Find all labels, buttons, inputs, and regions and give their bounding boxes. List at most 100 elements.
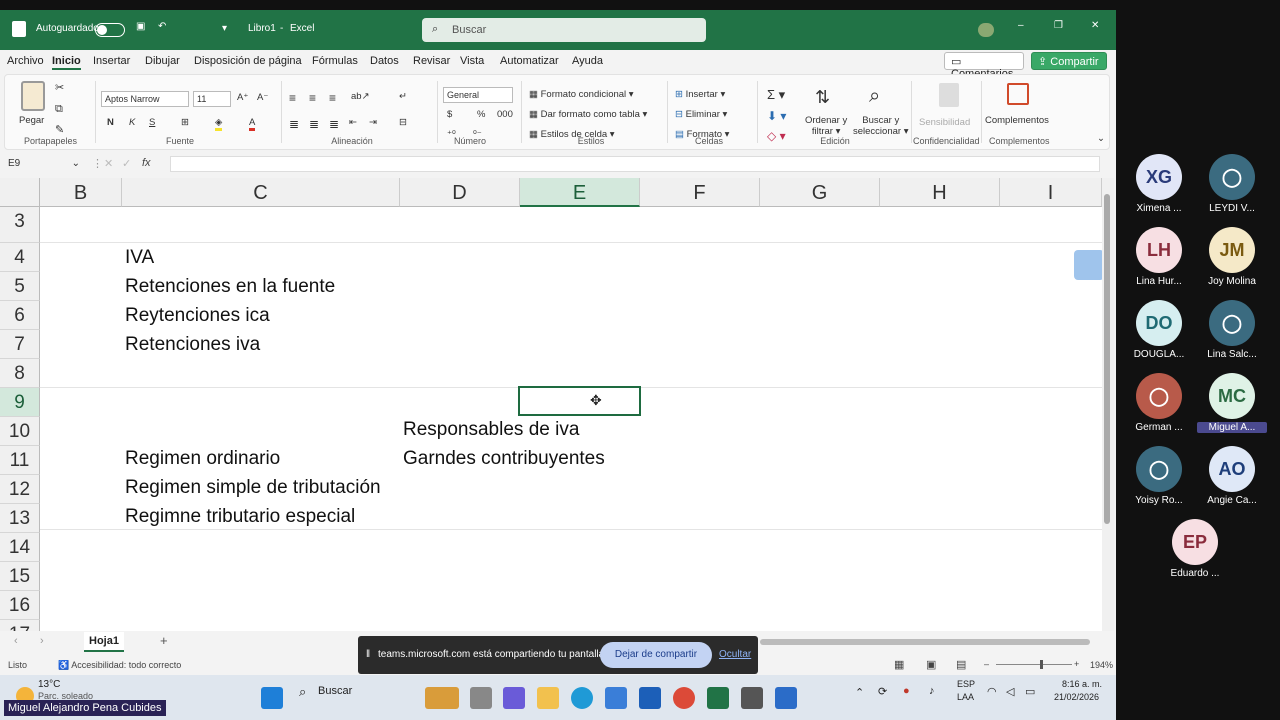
decrease-indent-icon[interactable]: ⇤	[349, 117, 357, 128]
col-header-d[interactable]: D	[400, 178, 520, 207]
currency-icon[interactable]: $	[447, 109, 452, 120]
row-header-8[interactable]: 8	[0, 359, 40, 388]
menu-ayuda[interactable]: Ayuda	[572, 55, 603, 67]
fill-color-icon[interactable]: ◈	[215, 117, 223, 131]
participant-tile[interactable]: EP Eduardo ...	[1160, 519, 1230, 579]
fill-icon[interactable]: ⬇ ▾	[767, 109, 786, 123]
participant-tile[interactable]: DO DOUGLA...	[1124, 300, 1194, 360]
find-icon[interactable]: ⌕	[869, 85, 880, 108]
align-left-icon[interactable]: ≣	[289, 117, 299, 131]
store-icon[interactable]	[605, 687, 627, 709]
percent-icon[interactable]: %	[477, 109, 485, 120]
participant-tile[interactable]: ◯ German ...	[1124, 373, 1194, 433]
row-header-14[interactable]: 14	[0, 533, 40, 562]
sheet-tab-hoja1[interactable]: Hoja1	[84, 632, 124, 652]
taskbar-search[interactable]: Buscar	[318, 685, 352, 697]
task-view-icon[interactable]	[470, 687, 492, 709]
restore-icon[interactable]: ❐	[1054, 20, 1063, 31]
cell-d10[interactable]: Responsables de iva	[403, 419, 579, 441]
cut-icon[interactable]: ✂	[55, 81, 64, 94]
row-header-6[interactable]: 6	[0, 301, 40, 330]
copilot-icon[interactable]	[978, 23, 994, 37]
menu-formulas[interactable]: Fórmulas	[312, 55, 358, 67]
undo-icon[interactable]: ↶	[158, 21, 166, 32]
participant-tile[interactable]: MC Miguel A...	[1197, 373, 1267, 433]
next-sheet-icon[interactable]: ›	[40, 635, 44, 647]
stop-sharing-button[interactable]: Dejar de compartir	[600, 642, 712, 668]
participant-tile[interactable]: ◯ Yoisy Ro...	[1124, 446, 1194, 506]
row-header-12[interactable]: 12	[0, 475, 40, 504]
participant-tile[interactable]: ◯ LEYDI V...	[1197, 154, 1267, 214]
fx-icon[interactable]: fx	[142, 157, 151, 169]
italic-icon[interactable]: K	[129, 117, 135, 128]
col-header-e[interactable]: E	[520, 178, 640, 207]
font-name-select[interactable]: Aptos Narrow	[101, 91, 189, 107]
menu-datos[interactable]: Datos	[370, 55, 399, 67]
save-icon[interactable]: ▣	[136, 21, 145, 32]
tray-record-icon[interactable]: ●	[903, 685, 910, 697]
orientation-icon[interactable]: ab↗	[351, 91, 370, 102]
bold-icon[interactable]: N	[107, 117, 114, 128]
search-input[interactable]: ⌕ Buscar	[422, 18, 706, 42]
align-middle-icon[interactable]: ≡	[309, 91, 316, 105]
format-as-table-button[interactable]: ▦ Dar formato como tabla ▾	[529, 109, 647, 120]
participant-tile[interactable]: ◯ Lina Salc...	[1197, 300, 1267, 360]
zoom-level[interactable]: 194%	[1090, 660, 1113, 670]
format-painter-icon[interactable]: ✎	[55, 123, 64, 136]
cell-c6[interactable]: Reytenciones ica	[125, 305, 270, 327]
row-header-15[interactable]: 15	[0, 562, 40, 591]
menu-inicio[interactable]: Inicio	[52, 55, 81, 70]
chrome-icon[interactable]	[673, 687, 695, 709]
col-header-i[interactable]: I	[1000, 178, 1102, 207]
borders-icon[interactable]: ⊞	[181, 117, 189, 128]
menu-dibujar[interactable]: Dibujar	[145, 55, 180, 67]
volume-icon[interactable]: ◁	[1006, 685, 1014, 698]
clock-date[interactable]: 21/02/2026	[1054, 692, 1099, 702]
start-icon[interactable]	[261, 687, 283, 709]
row-header-7[interactable]: 7	[0, 330, 40, 359]
participant-tile[interactable]: AO Angie Ca...	[1197, 446, 1267, 506]
row-header-13[interactable]: 13	[0, 504, 40, 533]
decrease-font-icon[interactable]: A⁻	[257, 92, 268, 103]
copilot-app-icon[interactable]	[503, 687, 525, 709]
addins-button[interactable]: Complementos	[985, 115, 1049, 126]
battery-icon[interactable]: ▭	[1025, 685, 1035, 698]
align-right-icon[interactable]: ≣	[329, 117, 339, 131]
col-header-b[interactable]: B	[40, 178, 122, 207]
customize-qat-icon[interactable]: ▾	[222, 23, 227, 34]
teams-taskbar-icon[interactable]	[775, 687, 797, 709]
hide-button[interactable]: Ocultar	[719, 649, 751, 660]
menu-insertar[interactable]: Insertar	[93, 55, 130, 67]
increase-font-icon[interactable]: A⁺	[237, 92, 248, 103]
menu-vista[interactable]: Vista	[460, 55, 484, 67]
clear-icon[interactable]: ◇ ▾	[767, 129, 786, 143]
name-box[interactable]: E9 ⌄	[4, 156, 84, 172]
lang-1[interactable]: ESP	[957, 679, 975, 689]
row-header-5[interactable]: 5	[0, 272, 40, 301]
formula-input[interactable]	[170, 156, 1100, 172]
file-explorer-icon[interactable]	[537, 687, 559, 709]
edge-icon[interactable]	[571, 687, 593, 709]
copy-icon[interactable]: ⧉	[55, 103, 63, 116]
cell-d11[interactable]: Garndes contribuyentes	[403, 448, 605, 470]
comments-button[interactable]: ▭ Comentarios	[944, 52, 1024, 80]
row-header-10[interactable]: 10	[0, 417, 40, 446]
menu-disposicion[interactable]: Disposición de página	[194, 55, 302, 67]
sort-filter-icon[interactable]: ⇅	[815, 87, 830, 108]
excel-taskbar-icon[interactable]	[707, 687, 729, 709]
vertical-scrollbar[interactable]	[1102, 178, 1114, 639]
participant-tile[interactable]: LH Lina Hur...	[1124, 227, 1194, 287]
menu-archivo[interactable]: Archivo	[7, 55, 44, 67]
find-select-button[interactable]: Buscar y seleccionar ▾	[853, 115, 908, 137]
microphone-icon[interactable]: ♪	[929, 685, 935, 697]
page-break-icon[interactable]: ▤	[956, 658, 966, 671]
close-icon[interactable]: ✕	[1091, 20, 1099, 31]
zoom-slider[interactable]	[996, 660, 1072, 669]
snipping-icon[interactable]	[741, 687, 763, 709]
cell-c12[interactable]: Regimen simple de tributación	[125, 477, 381, 499]
cell-c4[interactable]: IVA	[125, 247, 154, 269]
selected-cell-e9[interactable]: ✥	[518, 386, 641, 416]
taskbar-search-icon[interactable]: ⌕	[299, 684, 306, 700]
underline-icon[interactable]: S	[149, 117, 155, 128]
sort-filter-button[interactable]: Ordenar y filtrar ▾	[805, 115, 847, 137]
